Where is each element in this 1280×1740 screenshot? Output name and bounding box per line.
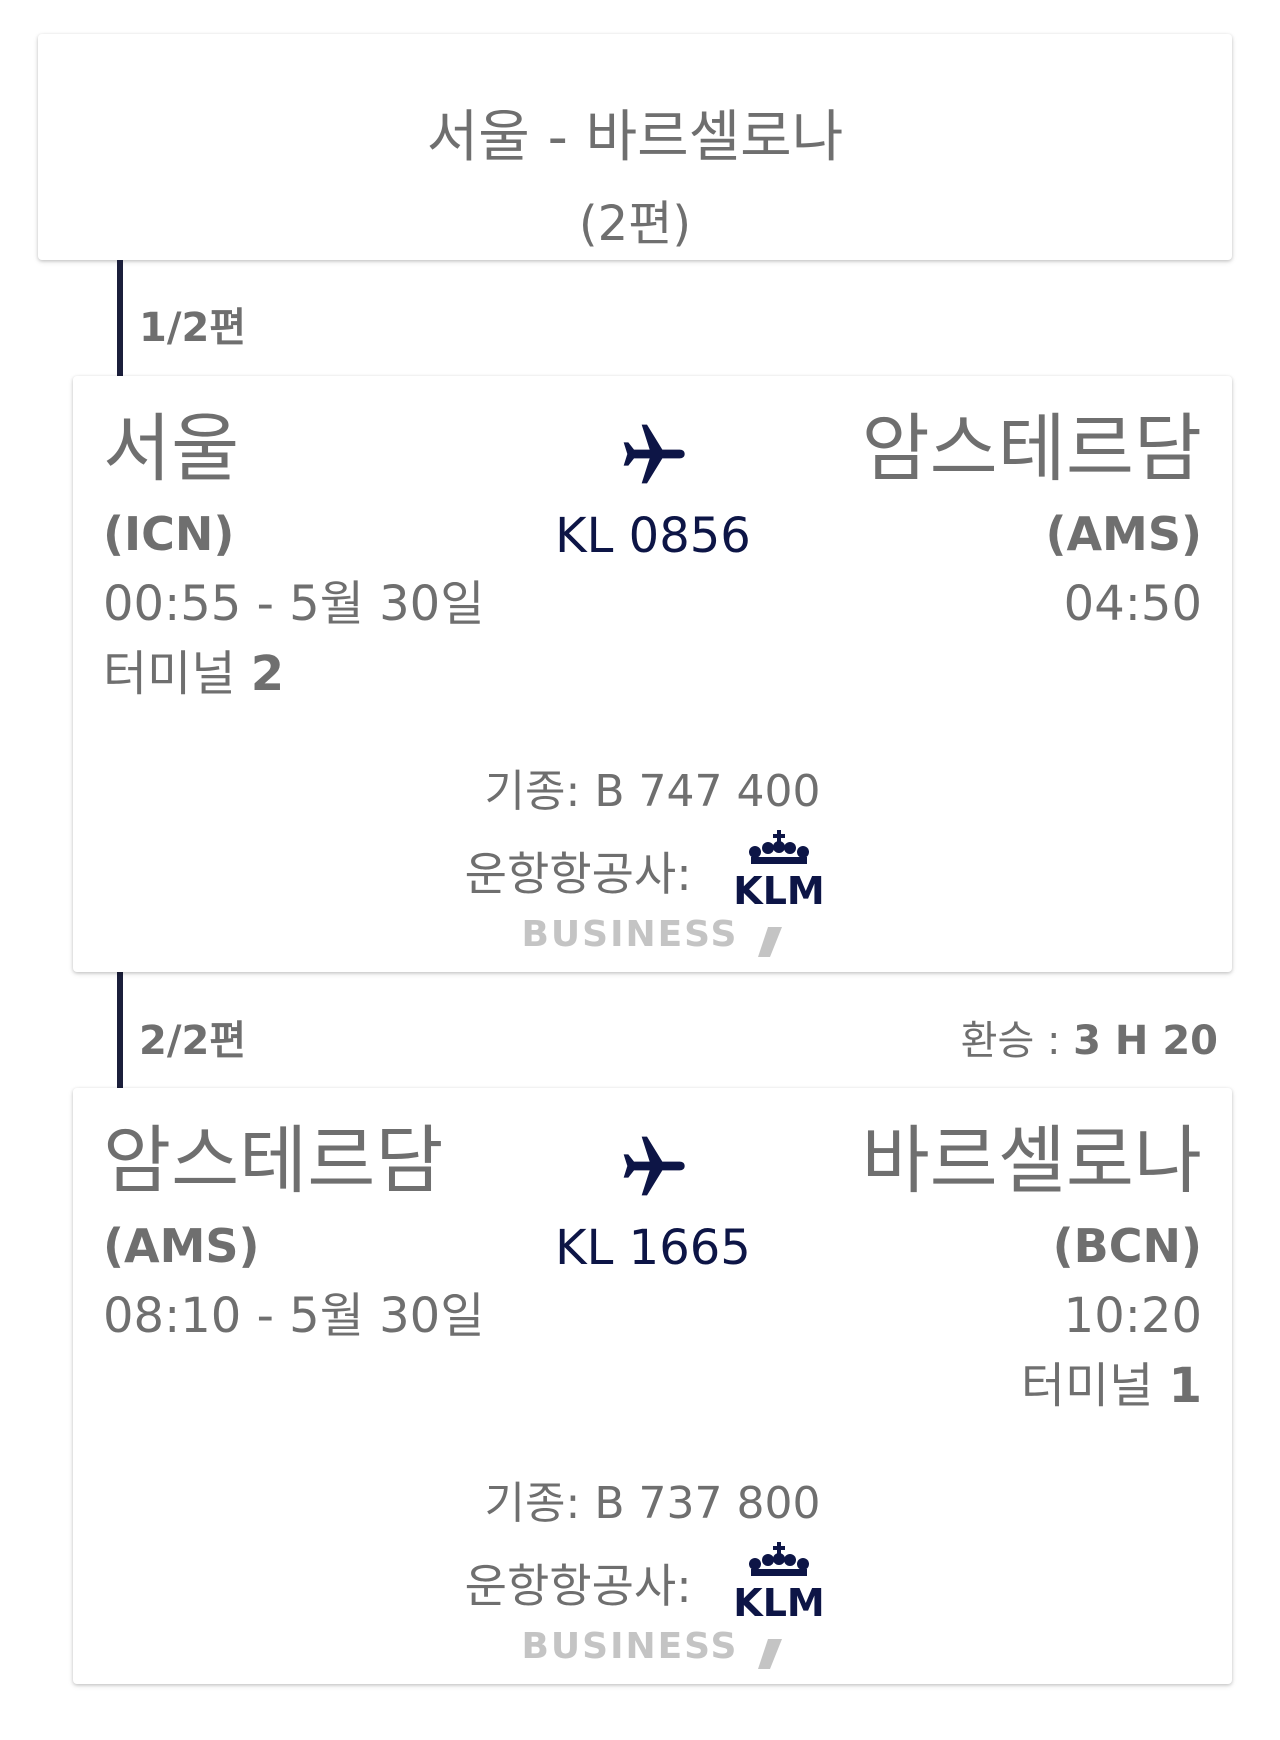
operating-airline: 운항항공사: KLM bbox=[73, 1540, 1232, 1620]
flight-number: KL 1665 bbox=[555, 1220, 751, 1276]
operator-label: 운항항공사: bbox=[464, 1559, 692, 1613]
flight-card[interactable]: 서울 (ICN) 00:55 - 5월 30일 터미널 2 KL 0856 암스… bbox=[73, 376, 1232, 972]
operating-airline: 운항항공사: KLM bbox=[73, 828, 1232, 908]
cabin-class-label: BUSINESS bbox=[521, 1626, 739, 1667]
airplane-icon bbox=[623, 1136, 685, 1196]
airplane-icon bbox=[623, 424, 685, 484]
leg-label: 2/2편 bbox=[139, 1018, 247, 1064]
operator-label: 운항항공사: bbox=[464, 847, 692, 901]
connection-duration: 3 H 20 bbox=[1073, 1018, 1218, 1064]
departure-code: (AMS) bbox=[103, 1219, 260, 1273]
departure-code: (ICN) bbox=[103, 507, 235, 561]
arrival-code: (AMS) bbox=[1045, 507, 1202, 561]
route-leg-count: (2편) bbox=[578, 196, 692, 252]
terminal-number: 1 bbox=[1168, 1358, 1202, 1414]
arrival-time: 04:50 bbox=[1063, 576, 1202, 632]
klm-logo-icon: KLM bbox=[734, 830, 825, 908]
connection-time: 환승 : 3 H 20 bbox=[961, 1008, 1218, 1066]
leg-label: 1/2편 bbox=[139, 305, 247, 351]
departure-time: 08:10 - 5월 30일 bbox=[103, 1288, 485, 1344]
arrival-city: 바르셀로나 bbox=[861, 1118, 1202, 1204]
aircraft-type: 기종: B 737 800 bbox=[484, 1478, 821, 1529]
arrival-time: 10:20 bbox=[1063, 1288, 1202, 1344]
terminal-label: 터미널 bbox=[103, 646, 236, 702]
route-title: 서울 - 바르셀로나 bbox=[426, 105, 844, 170]
departure-city: 서울 bbox=[103, 406, 240, 492]
flight-card[interactable]: 암스테르담 (AMS) 08:10 - 5월 30일 KL 1665 바르셀로나… bbox=[73, 1088, 1232, 1684]
arrival-terminal: 터미널 1 bbox=[1021, 1356, 1202, 1416]
svg-text:KLM: KLM bbox=[734, 1581, 825, 1620]
cabin-class: BUSINESS bbox=[73, 914, 1232, 957]
timeline-segment bbox=[117, 972, 123, 1088]
departure-terminal: 터미널 2 bbox=[103, 644, 284, 704]
route-header-card: 서울 - 바르셀로나 (2편) bbox=[38, 34, 1232, 260]
arrival-city: 암스테르담 bbox=[861, 406, 1202, 492]
departure-time: 00:55 - 5월 30일 bbox=[103, 576, 485, 632]
arrival-code: (BCN) bbox=[1052, 1219, 1202, 1273]
connection-label: 환승 : bbox=[960, 1018, 1061, 1064]
klm-logo-icon: KLM bbox=[734, 1542, 825, 1620]
flight-number: KL 0856 bbox=[555, 508, 751, 564]
timeline-segment bbox=[117, 260, 123, 376]
cabin-class: BUSINESS bbox=[73, 1626, 1232, 1669]
svg-text:KLM: KLM bbox=[734, 869, 825, 908]
business-slash-icon bbox=[757, 926, 782, 957]
terminal-number: 2 bbox=[250, 646, 285, 702]
aircraft-type: 기종: B 747 400 bbox=[484, 766, 821, 817]
terminal-label: 터미널 bbox=[1020, 1358, 1154, 1414]
cabin-class-label: BUSINESS bbox=[521, 914, 739, 955]
departure-city: 암스테르담 bbox=[103, 1118, 444, 1204]
business-slash-icon bbox=[757, 1638, 782, 1669]
